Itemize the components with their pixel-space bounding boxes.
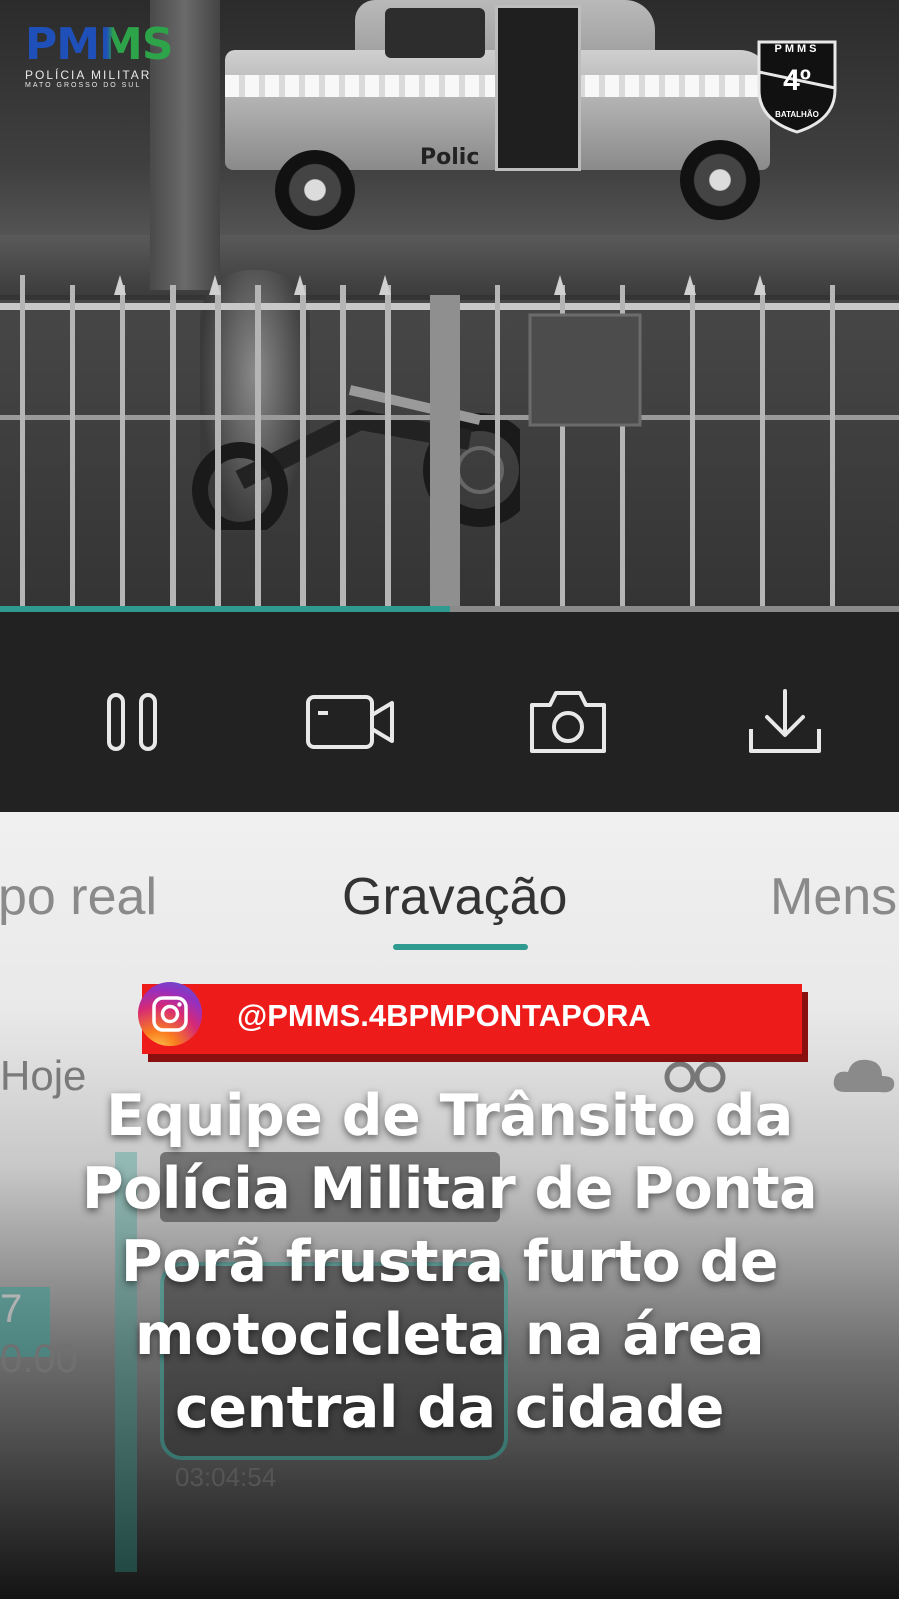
news-headline: Equipe de Trânsito da Polícia Militar de… [0, 1080, 899, 1445]
badge-number: 4º [783, 64, 811, 97]
camera-icon [530, 691, 606, 753]
download-button[interactable] [735, 672, 835, 772]
headline-line-1: Equipe de Trânsito da [106, 1083, 793, 1149]
recording-time: 03:04:54 [175, 1462, 277, 1492]
instagram-icon [138, 982, 202, 1046]
headline-line-2: Polícia Militar de Ponta [81, 1156, 818, 1222]
active-tab-indicator [393, 944, 528, 950]
pmms-logo-title: PMMS [25, 22, 195, 68]
tab-mensagens[interactable]: Mens [770, 867, 897, 927]
instagram-handle: @PMMS.4BPMPONTAPORA [237, 998, 651, 1033]
iron-fence [0, 275, 899, 610]
battalion-badge: PMMS 4º BATALHÃO [755, 38, 839, 134]
pause-button[interactable] [82, 672, 182, 772]
pmms-logo-subtitle2: MATO GROSSO DO SUL [25, 82, 142, 89]
pause-icon [107, 693, 157, 751]
tab-tempo-real[interactable]: po real [0, 867, 157, 927]
headline-line-4: motocicleta na área [135, 1302, 764, 1368]
badge-top-text: PMMS [774, 43, 820, 55]
headline-line-3: Porã frustra furto de [120, 1229, 779, 1295]
police-truck: Polic [225, 0, 785, 230]
snapshot-button[interactable] [518, 672, 618, 772]
download-icon [749, 689, 821, 753]
badge-bottom-text: BATALHÃO [775, 110, 819, 119]
record-video-button[interactable] [300, 672, 400, 772]
tab-gravacao[interactable]: Gravação [342, 867, 567, 927]
instagram-banner: @PMMS.4BPMPONTAPORA [138, 982, 808, 1062]
truck-label: Polic [420, 145, 480, 170]
camera-video-feed[interactable]: Polic PMMS POLÍCIA MILITAR MATO GROSSO D… [0, 0, 899, 610]
pmms-logo: PMMS POLÍCIA MILITAR MATO GROSSO DO SUL [25, 22, 195, 102]
video-camera-icon [306, 695, 394, 749]
headline-line-5: central da cidade [175, 1375, 724, 1441]
playback-controls [0, 612, 899, 812]
pmms-logo-subtitle: POLÍCIA MILITAR [25, 68, 152, 82]
